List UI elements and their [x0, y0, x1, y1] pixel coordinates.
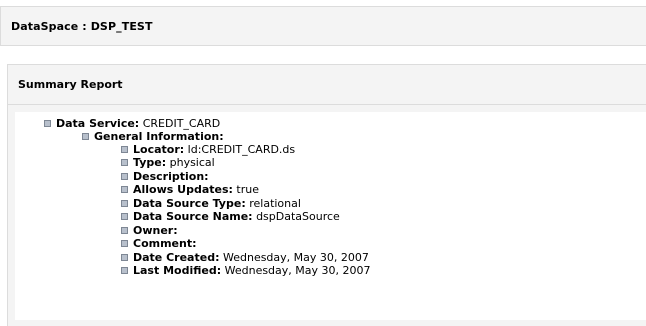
square-bullet-icon [121, 267, 128, 274]
square-bullet-icon [121, 213, 128, 220]
dataspace-name: DSP_TEST [90, 20, 153, 33]
field-value: dspDataSource [256, 210, 340, 223]
field-value: Wednesday, May 30, 2007 [224, 264, 371, 277]
square-bullet-icon [44, 120, 51, 127]
square-bullet-icon [121, 254, 128, 261]
dataspace-label: DataSpace : [11, 20, 87, 33]
summary-report-panel: Summary Report Data Service: CREDIT_CARD… [7, 64, 646, 326]
square-bullet-icon [121, 227, 128, 234]
field-label: Last Modified: [133, 264, 222, 277]
square-bullet-icon [121, 200, 128, 207]
field-label: Data Source Name: [133, 210, 253, 223]
field-value: physical [169, 156, 215, 169]
page: DataSpace : DSP_TEST Summary Report Data… [0, 0, 646, 326]
dataspace-panel: DataSpace : DSP_TEST [0, 6, 646, 46]
square-bullet-icon [82, 133, 89, 140]
square-bullet-icon [121, 173, 128, 180]
dataspace-title: DataSpace : DSP_TEST [11, 20, 153, 33]
field-text: Last Modified: Wednesday, May 30, 2007 [133, 263, 371, 279]
field-label: Comment: [133, 237, 197, 250]
square-bullet-icon [121, 146, 128, 153]
field-label: Type: [133, 156, 167, 169]
summary-report-title: Summary Report [18, 78, 123, 91]
square-bullet-icon [121, 159, 128, 166]
square-bullet-icon [121, 240, 128, 247]
field-label: Allows Updates: [133, 183, 233, 196]
field-value: true [236, 183, 259, 196]
square-bullet-icon [121, 186, 128, 193]
summary-report-body: Data Service: CREDIT_CARD General Inform… [15, 112, 646, 320]
summary-report-header: Summary Report [8, 65, 646, 105]
